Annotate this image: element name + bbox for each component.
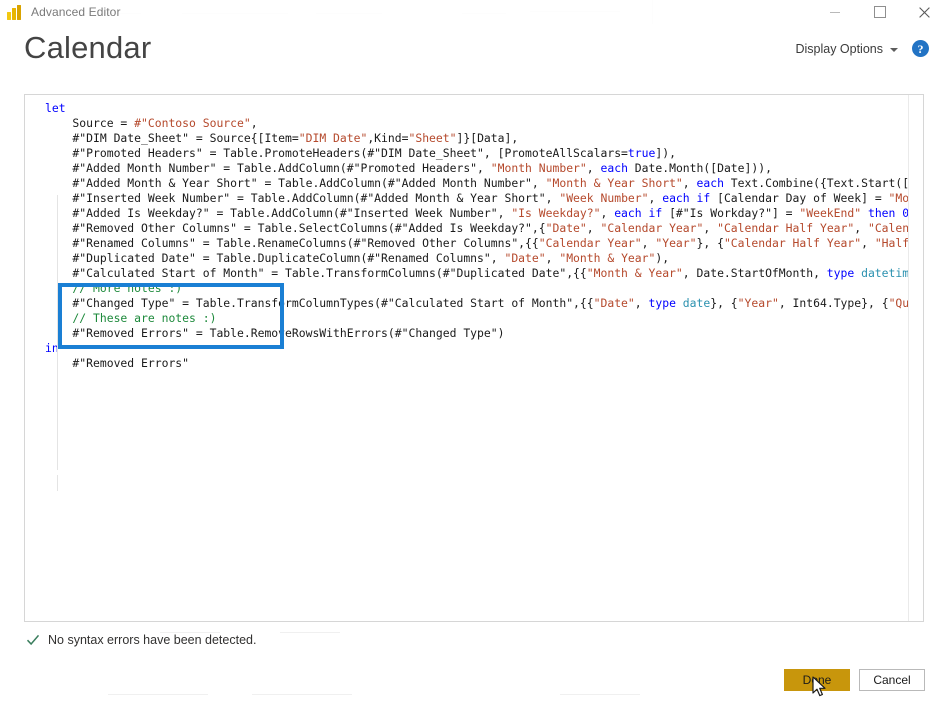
- display-options-label: Display Options: [795, 41, 883, 56]
- header-actions: Display Options ?: [795, 40, 929, 57]
- code-line: #"Inserted Week Number" = Table.AddColum…: [45, 191, 923, 205]
- code-line: // More notes :): [45, 281, 183, 295]
- maximize-icon[interactable]: [857, 0, 902, 24]
- syntax-status: No syntax errors have been detected.: [26, 633, 256, 647]
- title-bar: Advanced Editor: [0, 0, 947, 24]
- code-line: // These are notes :): [45, 311, 217, 325]
- code-content[interactable]: let Source = #"Contoso Source", #"DIM Da…: [25, 101, 923, 371]
- display-options-button[interactable]: Display Options: [795, 42, 898, 56]
- window-controls: [812, 0, 947, 24]
- power-bi-logo-icon: [7, 4, 23, 20]
- dialog-header: Calendar Display Options ?: [0, 30, 947, 86]
- code-line: let: [45, 101, 66, 115]
- code-scroll-area[interactable]: let Source = #"Contoso Source", #"DIM Da…: [25, 95, 923, 621]
- minimize-icon[interactable]: [812, 0, 857, 24]
- vertical-scrollbar[interactable]: [908, 95, 923, 621]
- code-line: #"Changed Type" = Table.TransformColumnT…: [45, 296, 923, 310]
- page-title: Calendar: [24, 30, 152, 65]
- code-line: #"Promoted Headers" = Table.PromoteHeade…: [45, 146, 676, 160]
- window-title: Advanced Editor: [31, 5, 121, 19]
- code-line: #"DIM Date_Sheet" = Source{[Item="DIM Da…: [45, 131, 519, 145]
- code-line: #"Added Is Weekday?" = Table.AddColumn(#…: [45, 206, 923, 220]
- m-query-editor[interactable]: let Source = #"Contoso Source", #"DIM Da…: [24, 94, 924, 622]
- code-line: #"Added Month & Year Short" = Table.AddC…: [45, 176, 923, 190]
- code-line: #"Removed Errors": [45, 356, 190, 370]
- cancel-button[interactable]: Cancel: [859, 669, 925, 691]
- code-line: #"Renamed Columns" = Table.RenameColumns…: [45, 236, 923, 250]
- close-icon[interactable]: [902, 0, 947, 24]
- code-line: in: [45, 341, 59, 355]
- code-line: #"Calculated Start of Month" = Table.Tra…: [45, 266, 923, 280]
- code-line: Source = #"Contoso Source",: [45, 116, 258, 130]
- code-line: #"Removed Other Columns" = Table.SelectC…: [45, 221, 923, 235]
- syntax-status-message: No syntax errors have been detected.: [48, 633, 257, 647]
- advanced-editor-dialog: Advanced Editor Calendar Display Options…: [0, 0, 947, 707]
- mouse-pointer-icon: [812, 676, 826, 697]
- chevron-down-icon: [890, 47, 898, 52]
- dialog-footer: Done Cancel: [784, 669, 925, 691]
- code-line: #"Removed Errors" = Table.RemoveRowsWith…: [45, 326, 505, 340]
- code-line: #"Duplicated Date" = Table.DuplicateColu…: [45, 251, 670, 265]
- help-circle-icon[interactable]: ?: [912, 40, 929, 57]
- code-line: #"Added Month Number" = Table.AddColumn(…: [45, 161, 772, 175]
- checkmark-icon: [26, 634, 40, 646]
